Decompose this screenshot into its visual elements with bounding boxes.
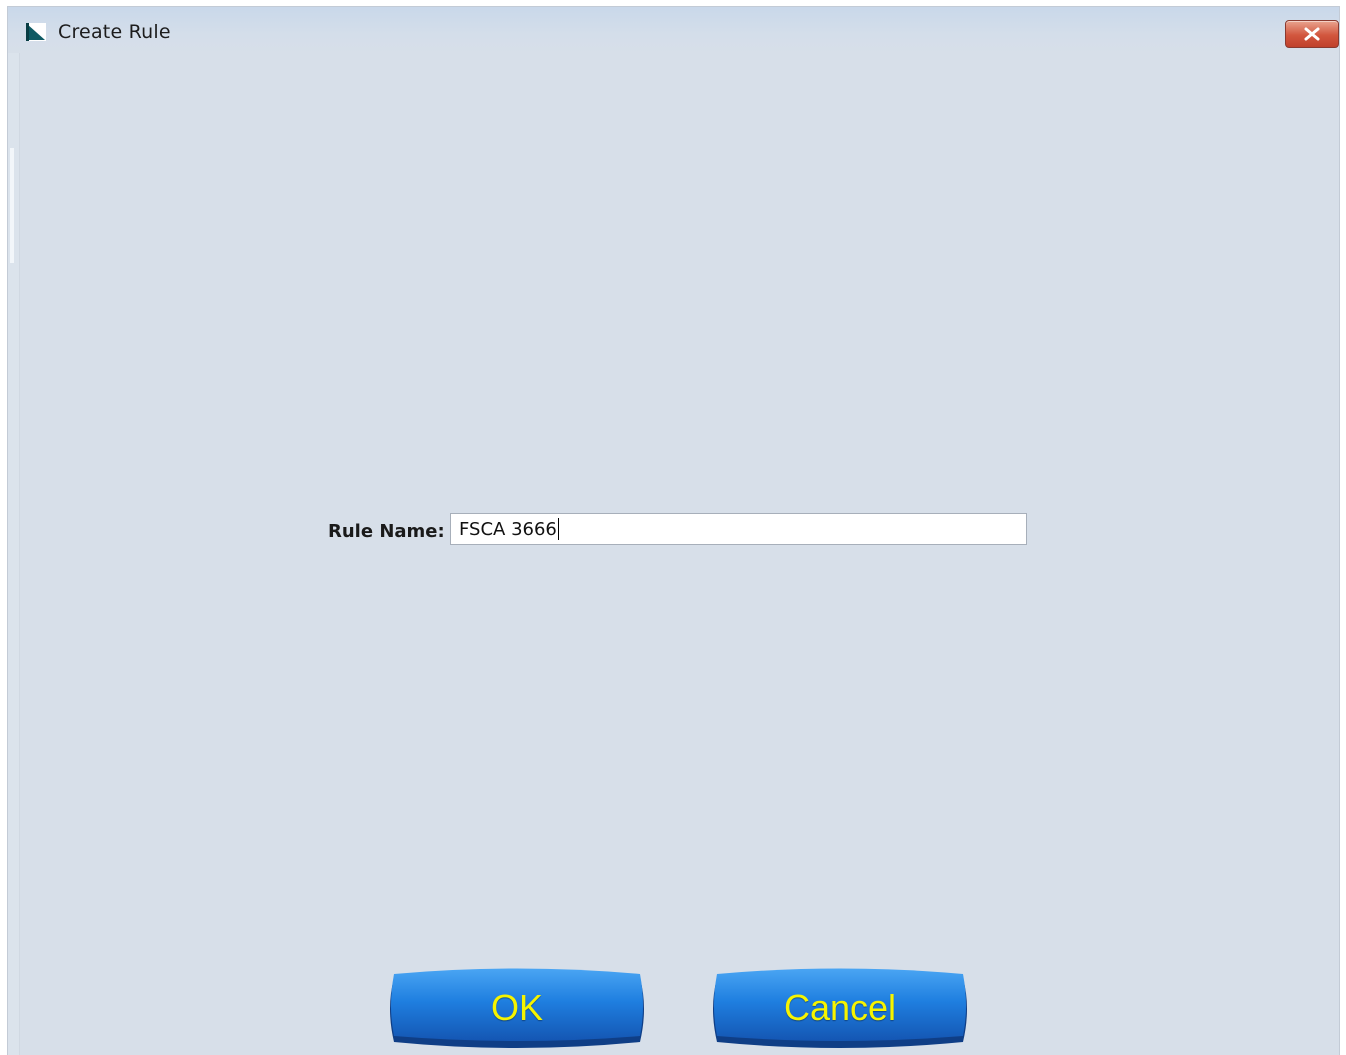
create-rule-dialog: Create Rule Rule Name: FSCA 3666 OK Canc… (8, 7, 1339, 1055)
text-caret (557, 518, 559, 540)
cancel-button-label: Cancel (783, 987, 897, 1028)
close-button[interactable] (1285, 20, 1339, 48)
edge-highlight (10, 148, 14, 263)
rule-name-row: Rule Name: FSCA 3666 (8, 512, 1339, 548)
rule-name-value: FSCA 3666 (459, 518, 557, 540)
ok-button[interactable]: OK (386, 966, 648, 1050)
title-bar: Create Rule (8, 7, 1339, 53)
rule-name-input[interactable]: FSCA 3666 (450, 513, 1027, 545)
cancel-button[interactable]: Cancel (709, 966, 971, 1050)
ok-button-label: OK (490, 987, 543, 1028)
app-icon (26, 23, 46, 41)
rule-name-label: Rule Name: (328, 521, 445, 542)
close-icon (1303, 27, 1321, 41)
window-title: Create Rule (58, 21, 171, 43)
window-left-edge (8, 53, 20, 1055)
